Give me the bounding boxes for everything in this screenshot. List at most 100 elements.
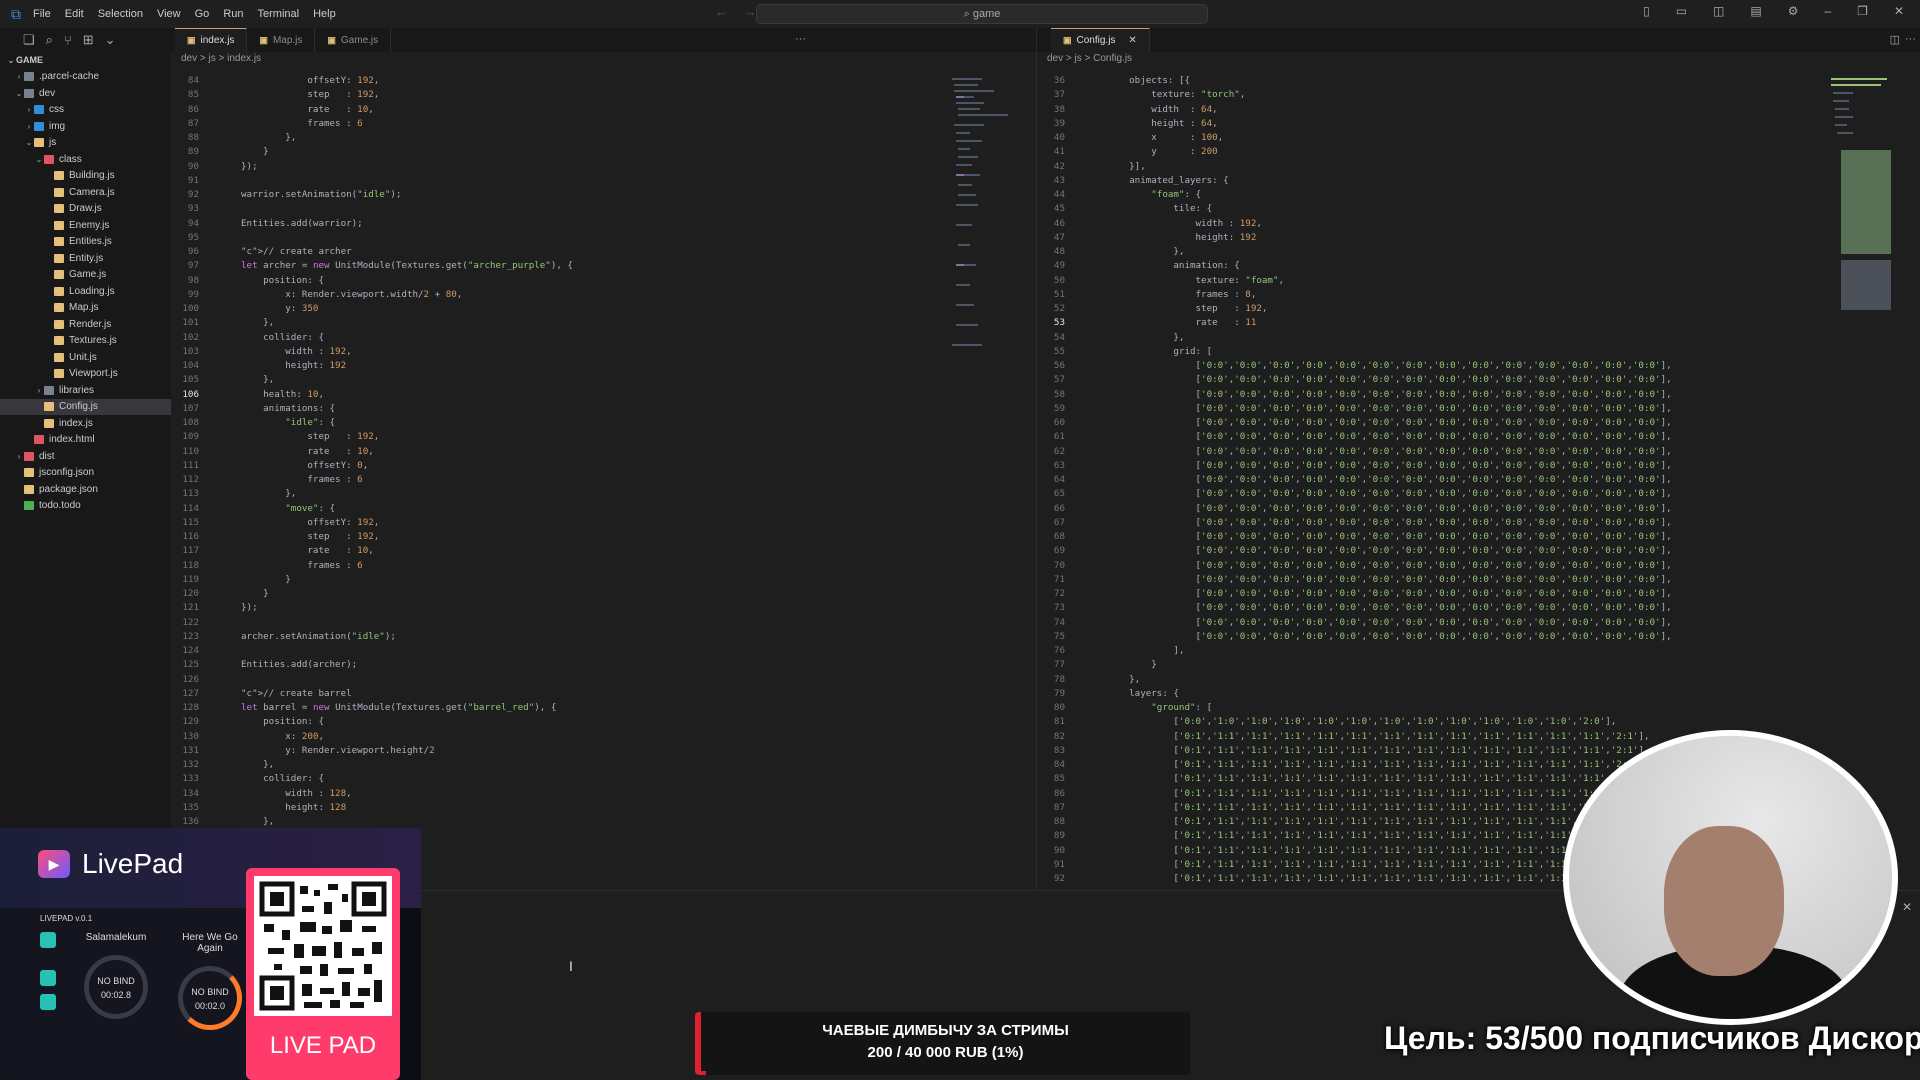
code-line[interactable]: 65 ['0:0','0:0','0:0','0:0','0:0','0:0',…	[1037, 487, 1920, 501]
code-line[interactable]: 94 Entities.add(warrior);	[171, 217, 1036, 231]
code-line[interactable]: 76 ],	[1037, 644, 1920, 658]
code-line[interactable]: 114 "move": {	[171, 502, 1036, 516]
code-line[interactable]: 98 position: {	[171, 274, 1036, 288]
code-line[interactable]: 97 let archer = new UnitModule(Textures.g…	[171, 259, 1036, 273]
code-line[interactable]: 67 ['0:0','0:0','0:0','0:0','0:0','0:0',…	[1037, 516, 1920, 530]
code-line[interactable]: 43 animated_layers: {	[1037, 174, 1920, 188]
code-line[interactable]: 134 width : 128,	[171, 787, 1036, 801]
source-control-icon[interactable]: ⑂	[64, 33, 72, 48]
tab-index-js[interactable]: ▣ index.js	[175, 28, 248, 52]
code-line[interactable]: 90});	[171, 160, 1036, 174]
tab-game-js[interactable]: ▣ Game.js	[315, 28, 392, 52]
code-line[interactable]: 58 ['0:0','0:0','0:0','0:0','0:0','0:0',…	[1037, 388, 1920, 402]
tree-item[interactable]: Draw.js	[0, 201, 171, 218]
code-line[interactable]: 86 rate : 10,	[171, 103, 1036, 117]
tree-item[interactable]: › css	[0, 102, 171, 119]
code-line[interactable]: 133 collider: {	[171, 772, 1036, 786]
tree-item[interactable]: › libraries	[0, 382, 171, 399]
tree-item[interactable]: Textures.js	[0, 333, 171, 350]
code-line[interactable]: 129 position: {	[171, 715, 1036, 729]
tree-item[interactable]: Loading.js	[0, 283, 171, 300]
code-line[interactable]: 128 let barrel = new UnitModule(Textures.…	[171, 701, 1036, 715]
code-line[interactable]: 119 }	[171, 573, 1036, 587]
menu-run[interactable]: Run	[216, 0, 250, 28]
code-line[interactable]: 120 }	[171, 587, 1036, 601]
more-actions-icon[interactable]: ···	[1905, 33, 1916, 45]
tree-item[interactable]: Config.js	[0, 398, 171, 415]
menu-terminal[interactable]: Terminal	[251, 0, 307, 28]
code-line[interactable]: 121});	[171, 601, 1036, 615]
menu-selection[interactable]: Selection	[91, 0, 150, 28]
code-line[interactable]: 101 },	[171, 316, 1036, 330]
more-actions-icon[interactable]: ···	[795, 33, 806, 45]
code-line[interactable]: 75 ['0:0','0:0','0:0','0:0','0:0','0:0',…	[1037, 630, 1920, 644]
code-line[interactable]: 49 animation: {	[1037, 259, 1920, 273]
code-line[interactable]: 132 },	[171, 758, 1036, 772]
livepad-slot[interactable]: Salamalekum NO BIND 00:02.8	[76, 932, 156, 1072]
code-line[interactable]: 89 }	[171, 145, 1036, 159]
code-line[interactable]: 47 height: 192	[1037, 231, 1920, 245]
tree-item[interactable]: todo.todo	[0, 498, 171, 515]
code-line[interactable]: 117 rate : 10,	[171, 544, 1036, 558]
tree-item[interactable]: › dist	[0, 448, 171, 465]
explorer-root[interactable]: ⌄ GAME	[0, 52, 171, 69]
code-line[interactable]: 88 },	[171, 131, 1036, 145]
files-icon[interactable]: ❏	[23, 32, 35, 48]
tree-item[interactable]: Building.js	[0, 168, 171, 185]
window-controls[interactable]: ▯ ▭ ◫ ▤ ⚙ – ❐ ✕	[1643, 4, 1904, 18]
code-line[interactable]: 45 tile: {	[1037, 202, 1920, 216]
code-line[interactable]: 55 grid: [	[1037, 345, 1920, 359]
code-line[interactable]: 135 height: 128	[171, 801, 1036, 815]
minimap-right[interactable]	[1829, 74, 1893, 374]
search-icon[interactable]: ⌕	[46, 32, 53, 48]
tree-item[interactable]: Render.js	[0, 316, 171, 333]
code-line[interactable]: 73 ['0:0','0:0','0:0','0:0','0:0','0:0',…	[1037, 601, 1920, 615]
code-line[interactable]: 54 },	[1037, 331, 1920, 345]
slot-knob[interactable]: NO BIND 00:02.8	[84, 955, 148, 1019]
layout-split-icon[interactable]: ◫	[1713, 4, 1724, 18]
minimap-left[interactable]	[948, 74, 1012, 374]
code-line[interactable]: 68 ['0:0','0:0','0:0','0:0','0:0','0:0',…	[1037, 530, 1920, 544]
code-line[interactable]: 111 offsetY: 0,	[171, 459, 1036, 473]
code-line[interactable]: 44 "foam": {	[1037, 188, 1920, 202]
code-line[interactable]: 126	[171, 673, 1036, 687]
code-line[interactable]: 112 frames : 6	[171, 473, 1036, 487]
code-line[interactable]: 36 objects: [{	[1037, 74, 1920, 88]
code-line[interactable]: 51 frames : 8,	[1037, 288, 1920, 302]
close-panel-icon[interactable]: ✕	[1902, 900, 1912, 914]
code-line[interactable]: 85 step : 192,	[171, 88, 1036, 102]
breadcrumb-left[interactable]: dev > js > index.js	[171, 52, 1036, 66]
code-line[interactable]: 59 ['0:0','0:0','0:0','0:0','0:0','0:0',…	[1037, 402, 1920, 416]
menu-edit[interactable]: Edit	[58, 0, 91, 28]
tab-config-js[interactable]: ▣ Config.js ✕	[1051, 28, 1150, 52]
tree-item[interactable]: ⌄ class	[0, 151, 171, 168]
code-line[interactable]: 127 "c">// create barrel	[171, 687, 1036, 701]
code-line[interactable]: 123 archer.setAnimation("idle");	[171, 630, 1036, 644]
code-line[interactable]: 116 step : 192,	[171, 530, 1036, 544]
restore-icon[interactable]: ❐	[1857, 4, 1868, 18]
code-line[interactable]: 124	[171, 644, 1036, 658]
code-line[interactable]: 99 x: Render.viewport.width/2 + 80,	[171, 288, 1036, 302]
code-line[interactable]: 63 ['0:0','0:0','0:0','0:0','0:0','0:0',…	[1037, 459, 1920, 473]
customize-layout-icon[interactable]: ▤	[1750, 4, 1761, 18]
slot-knob[interactable]: NO BIND 00:02.0	[178, 966, 242, 1030]
code-line[interactable]: 70 ['0:0','0:0','0:0','0:0','0:0','0:0',…	[1037, 559, 1920, 573]
tree-item[interactable]: package.json	[0, 481, 171, 498]
layout-sidebar-icon[interactable]: ▯	[1643, 4, 1650, 18]
tree-item[interactable]: › img	[0, 118, 171, 135]
code-line[interactable]: 84 offsetY: 192,	[171, 74, 1036, 88]
code-line[interactable]: 81 ['0:0','1:0','1:0','1:0','1:0','1:0',…	[1037, 715, 1920, 729]
tree-item[interactable]: Game.js	[0, 267, 171, 284]
code-line[interactable]: 57 ['0:0','0:0','0:0','0:0','0:0','0:0',…	[1037, 373, 1920, 387]
tree-item[interactable]: ⌄ js	[0, 135, 171, 152]
tree-item[interactable]: Map.js	[0, 300, 171, 317]
minimize-icon[interactable]: –	[1824, 4, 1831, 18]
tree-item[interactable]: index.html	[0, 432, 171, 449]
tree-item[interactable]: index.js	[0, 415, 171, 432]
tree-item[interactable]: Unit.js	[0, 349, 171, 366]
code-line[interactable]: 80 "ground": [	[1037, 701, 1920, 715]
menu-view[interactable]: View	[150, 0, 188, 28]
tab-map-js[interactable]: ▣ Map.js	[247, 28, 316, 52]
code-line[interactable]: 113 },	[171, 487, 1036, 501]
tree-item[interactable]: Viewport.js	[0, 366, 171, 383]
